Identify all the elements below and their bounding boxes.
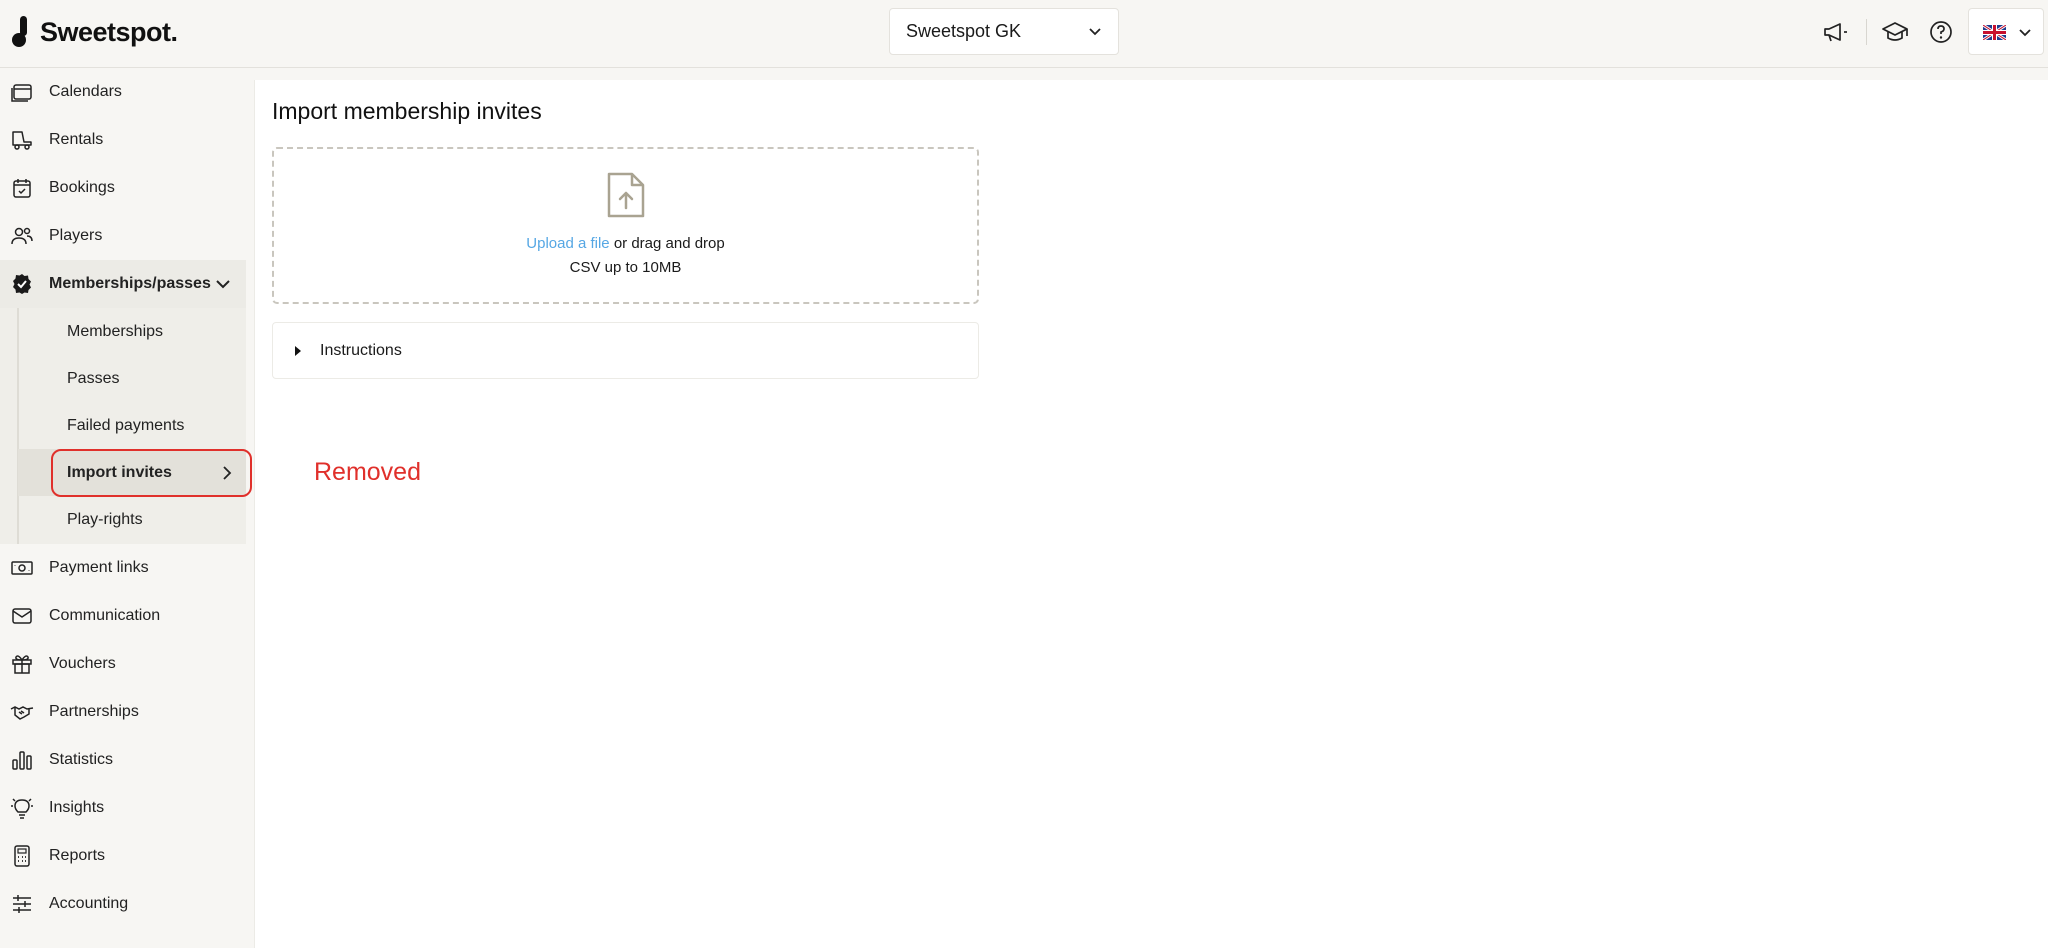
chevron-down-icon (2019, 29, 2031, 37)
sidebar-item-label: Bookings (49, 179, 115, 196)
sidebar-item-memberships-passes[interactable]: Memberships/passes (0, 260, 246, 308)
sidebar-item-label: Statistics (49, 751, 114, 768)
drag-drop-text: or drag and drop (609, 235, 725, 252)
money-link-icon (11, 561, 33, 575)
calendar-icon (11, 84, 32, 102)
envelope-icon (12, 608, 32, 624)
sidebar-item-accounting[interactable]: Accounting (0, 882, 254, 926)
sidebar-item-label: Partnerships (49, 703, 139, 720)
sliders-icon (13, 895, 31, 913)
chevron-down-icon (1089, 28, 1101, 36)
submenu-item-label: Memberships (67, 322, 164, 340)
sidebar-item-label: Reports (49, 847, 106, 864)
sidebar-nav: Calendars Rentals Bookings Players Membe… (0, 68, 254, 948)
sidebar-item-bookings[interactable]: Bookings (0, 166, 254, 210)
brand-name: Sweetspot. (40, 16, 178, 47)
sidebar-item-label: Payment links (49, 559, 149, 576)
submenu-item-play-rights[interactable]: Play-rights (18, 496, 246, 543)
memberships-submenu: Memberships Passes Failed payments Impor… (0, 308, 246, 544)
sidebar-item-insights[interactable]: Insights (0, 786, 254, 830)
submenu-item-label: Play-rights (67, 510, 143, 528)
sidebar-item-label: Accounting (49, 895, 129, 912)
golf-cart-icon (12, 131, 32, 150)
venue-selector[interactable]: Sweetspot GK (889, 8, 1119, 55)
brand-logo[interactable]: Sweetspot. (12, 14, 178, 50)
upload-instructions: Upload a file or drag and drop (274, 235, 977, 252)
removed-annotation: Removed (314, 458, 421, 486)
sidebar-item-label: Insights (49, 799, 105, 816)
page-title: Import membership invites (272, 98, 542, 124)
language-selector[interactable] (1968, 8, 2044, 55)
sidebar-item-label: Players (49, 227, 103, 244)
submenu-item-memberships[interactable]: Memberships (18, 308, 246, 355)
users-icon (11, 227, 33, 245)
file-upload-icon (607, 172, 645, 218)
sidebar-item-communication[interactable]: Communication (0, 594, 254, 638)
sidebar-item-label: Calendars (49, 83, 122, 100)
sidebar-item-rentals[interactable]: Rentals (0, 118, 254, 162)
chevron-down-icon (216, 280, 230, 289)
sidebar-item-label: Memberships/passes (49, 275, 211, 292)
sweetspot-logo-icon (12, 16, 27, 47)
sidebar-item-statistics[interactable]: Statistics (0, 738, 254, 782)
uk-flag-icon (1983, 25, 2006, 40)
help-circle-icon[interactable] (1926, 17, 1956, 47)
sidebar-item-label: Rentals (49, 131, 104, 148)
gift-icon (12, 655, 32, 674)
top-header: Sweetspot. Sweetspot GK (0, 0, 2048, 68)
header-divider (1866, 19, 1867, 45)
submenu-item-label: Passes (67, 369, 120, 387)
graduation-cap-icon[interactable] (1880, 17, 1910, 47)
main-content: Import membership invites Upload a file … (254, 80, 2048, 948)
caret-right-icon (295, 346, 301, 356)
bar-chart-icon (12, 751, 32, 770)
venue-selector-value: Sweetspot GK (906, 21, 1022, 41)
sidebar-item-players[interactable]: Players (0, 214, 254, 258)
sidebar-item-label: Communication (49, 607, 161, 624)
highlight-annotation-ring (51, 449, 252, 497)
handshake-icon (10, 706, 34, 720)
lightbulb-icon (11, 798, 33, 819)
badge-check-icon (13, 274, 31, 294)
calendar-check-icon (13, 179, 31, 198)
submenu-item-failed-payments[interactable]: Failed payments (18, 402, 246, 449)
calculator-icon (14, 845, 30, 867)
upload-hint: CSV up to 10MB (569, 259, 682, 276)
sidebar-item-label: Vouchers (49, 655, 116, 672)
megaphone-icon[interactable] (1820, 17, 1850, 47)
sidebar-item-vouchers[interactable]: Vouchers (0, 642, 254, 686)
submenu-item-label: Failed payments (67, 416, 185, 434)
sidebar-item-reports[interactable]: Reports (0, 834, 254, 878)
submenu-item-passes[interactable]: Passes (18, 355, 246, 402)
instructions-disclosure[interactable]: Instructions (272, 322, 979, 379)
file-dropzone[interactable]: Upload a file or drag and drop CSV up to… (272, 147, 979, 304)
sidebar-item-payment-links[interactable]: Payment links (0, 546, 254, 590)
sidebar-item-partnerships[interactable]: Partnerships (0, 690, 254, 734)
sidebar-item-calendars[interactable]: Calendars (0, 70, 254, 114)
upload-file-link[interactable]: Upload a file (526, 235, 609, 252)
instructions-label: Instructions (320, 341, 402, 359)
